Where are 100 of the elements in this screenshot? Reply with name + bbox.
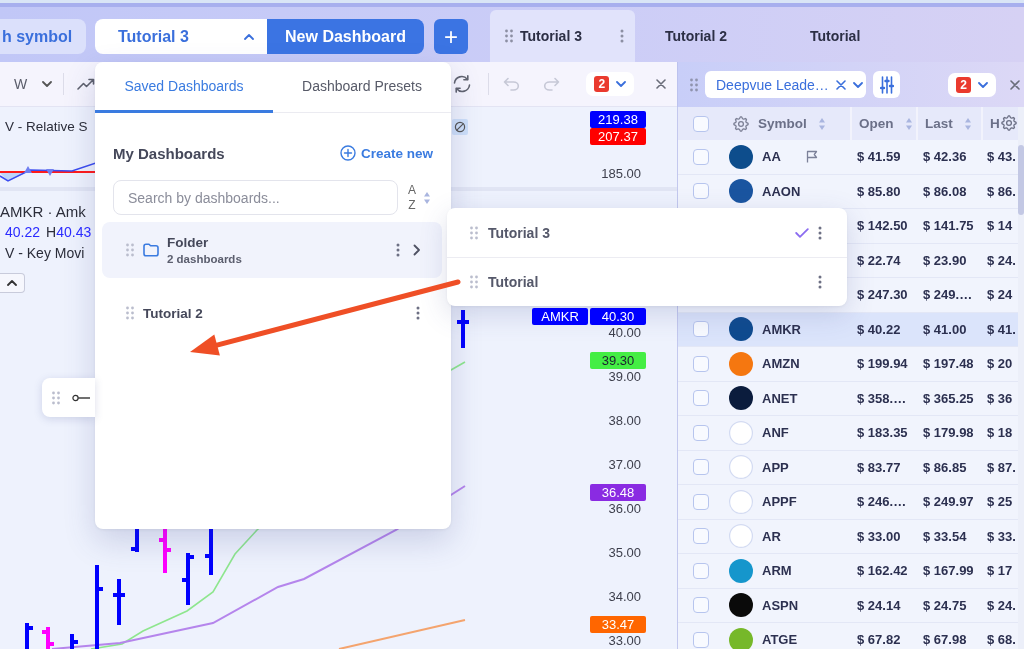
- axis-label: 35.00: [608, 545, 642, 561]
- dashboard-item[interactable]: Tutorial: [447, 257, 847, 306]
- dashboard-tab[interactable]: Tutorial: [780, 10, 925, 62]
- row-checkbox[interactable]: [692, 321, 709, 338]
- sort-icon[interactable]: [905, 117, 912, 130]
- sort-toggle[interactable]: A Z: [408, 182, 430, 213]
- watchlist-row[interactable]: AMKR $ 40.22 $ 41.00 $ 41.: [678, 312, 1018, 347]
- ticker-symbol: ANET: [762, 390, 799, 406]
- ticker-symbol: AMKR: [762, 321, 802, 337]
- axis-label: 37.00: [608, 457, 642, 473]
- row-checkbox[interactable]: [692, 562, 709, 579]
- row-checkbox[interactable]: [692, 493, 709, 510]
- row-checkbox[interactable]: [692, 390, 709, 407]
- row-checkbox[interactable]: [692, 597, 709, 614]
- link-group-button[interactable]: 2: [948, 72, 996, 97]
- watchlist-row[interactable]: APPF $ 246.… $ 249.97 $ 25: [678, 485, 1018, 520]
- last-price: $ 42.36: [923, 149, 967, 165]
- filter-button[interactable]: [873, 71, 900, 98]
- create-new-link[interactable]: Create new: [339, 145, 433, 161]
- add-dashboard-button[interactable]: +: [434, 19, 468, 54]
- chevron-right-icon[interactable]: [413, 244, 420, 256]
- row-checkbox[interactable]: [692, 459, 709, 476]
- symbol-search-button[interactable]: h symbol: [0, 19, 86, 54]
- watchlist-row[interactable]: AMZN $ 199.94 $ 197.48 $ 20: [678, 347, 1018, 382]
- menu-tab[interactable]: Saved Dashboards: [95, 62, 273, 113]
- sort-icon[interactable]: [964, 117, 971, 130]
- watchlist-row[interactable]: $ 142.50 $ 141.75 $ 14: [850, 209, 1018, 243]
- kebab-icon[interactable]: [396, 243, 400, 257]
- watchlist-select[interactable]: Deepvue Leade…: [705, 71, 866, 98]
- row-checkbox[interactable]: [692, 528, 709, 545]
- link-group-button[interactable]: 2: [586, 72, 635, 96]
- ticker-symbol: AMZN: [762, 356, 801, 372]
- watchlist-row[interactable]: $ 22.74 $ 23.90 $ 24.: [850, 243, 1018, 277]
- dashboard-item[interactable]: Tutorial 3: [447, 208, 847, 257]
- slash-circle-icon[interactable]: [452, 119, 468, 135]
- search-field[interactable]: Search by dashboards...: [113, 180, 398, 215]
- ticker-symbol: APPF: [762, 494, 798, 510]
- refresh-icon[interactable]: [452, 75, 473, 93]
- scrollbar-thumb[interactable]: [1018, 145, 1024, 215]
- drag-handle-icon[interactable]: [505, 29, 513, 43]
- watchlist-row[interactable]: ARM $ 162.42 $ 167.99 $ 17: [678, 554, 1018, 589]
- indicator-name: V - Key Movi: [4, 244, 85, 263]
- drag-handle-icon[interactable]: [470, 225, 478, 240]
- watchlist-row[interactable]: AR $ 33.00 $ 33.54 $ 33.: [678, 519, 1018, 554]
- drag-handle-icon[interactable]: [470, 275, 478, 289]
- caret-icon: [7, 280, 17, 286]
- trend-icon[interactable]: [77, 78, 96, 90]
- close-icon[interactable]: [1010, 79, 1020, 90]
- watchlist-row[interactable]: ANET $ 358.… $ 365.25 $ 36: [678, 381, 1018, 416]
- kebab-icon[interactable]: [620, 29, 624, 43]
- dashboard-select[interactable]: Tutorial 3: [95, 19, 267, 54]
- watchlist-row[interactable]: APP $ 83.77 $ 86.85 $ 87.: [678, 450, 1018, 485]
- column-header[interactable]: Last: [925, 116, 953, 131]
- axis-label: 36.00: [608, 501, 642, 517]
- ticker-symbol: ASPN: [762, 597, 800, 613]
- open-price: $ 40.22: [857, 321, 901, 337]
- row-checkbox[interactable]: [692, 148, 709, 165]
- close-icon[interactable]: [656, 79, 667, 89]
- legend-toggle-button[interactable]: [0, 273, 25, 293]
- watchlist-row[interactable]: ANF $ 183.35 $ 179.98 $ 18: [678, 416, 1018, 451]
- watchlist-row[interactable]: ASPN $ 24.14 $ 24.75 $ 24.: [678, 588, 1018, 623]
- last-price: $ 86.08: [923, 183, 967, 199]
- flag-icon[interactable]: [806, 150, 818, 164]
- kebab-icon[interactable]: [818, 225, 822, 240]
- price-value: $ 18: [987, 425, 1013, 441]
- open-price: $ 22.74: [857, 252, 901, 268]
- drag-handle-icon[interactable]: [690, 77, 698, 92]
- interval-button[interactable]: W: [10, 72, 32, 96]
- column-header[interactable]: H: [990, 116, 1000, 131]
- price-badge: 219.38: [590, 111, 646, 128]
- settings-icon[interactable]: [1001, 115, 1017, 131]
- watchlist-row[interactable]: ATGE $ 67.82 $ 67.98 $ 68.: [678, 623, 1018, 649]
- open-price: $ 24.14: [857, 597, 901, 613]
- price-badge: 207.37: [590, 128, 646, 145]
- ticker-symbol: ARM: [762, 563, 793, 579]
- row-checkbox[interactable]: [692, 631, 709, 648]
- watchlist-row[interactable]: AA $ 41.59 $ 42.36 $ 43.: [678, 140, 1018, 175]
- kebab-icon[interactable]: [818, 275, 822, 289]
- price-value: $ 41.: [987, 321, 1016, 337]
- column-header[interactable]: Symbol: [758, 116, 807, 131]
- price-value: $ 36: [987, 390, 1013, 406]
- dashboard-tab[interactable]: Tutorial 2: [635, 10, 780, 62]
- dashboard-tab[interactable]: Tutorial 3: [490, 10, 635, 62]
- sort-icon[interactable]: [818, 117, 825, 130]
- caret-icon: [42, 81, 53, 87]
- drag-handle-icon[interactable]: [126, 243, 134, 257]
- caret-icon: [852, 81, 863, 88]
- settings-icon[interactable]: [732, 115, 749, 132]
- sort-icon[interactable]: [424, 191, 430, 204]
- select-all-checkbox[interactable]: [692, 115, 709, 132]
- row-checkbox[interactable]: [692, 183, 709, 200]
- folder-item[interactable]: Folder 2 dashboards: [102, 222, 442, 278]
- row-checkbox[interactable]: [692, 355, 709, 372]
- watchlist-row[interactable]: $ 247.30 $ 249.… $ 24: [850, 278, 1018, 312]
- last-price: $ 33.54: [923, 528, 967, 544]
- close-icon[interactable]: [835, 79, 846, 90]
- menu-tab[interactable]: Dashboard Presets: [273, 62, 451, 113]
- new-dashboard-button[interactable]: New Dashboard: [267, 19, 424, 54]
- row-checkbox[interactable]: [692, 424, 709, 441]
- column-header[interactable]: Open: [859, 116, 894, 131]
